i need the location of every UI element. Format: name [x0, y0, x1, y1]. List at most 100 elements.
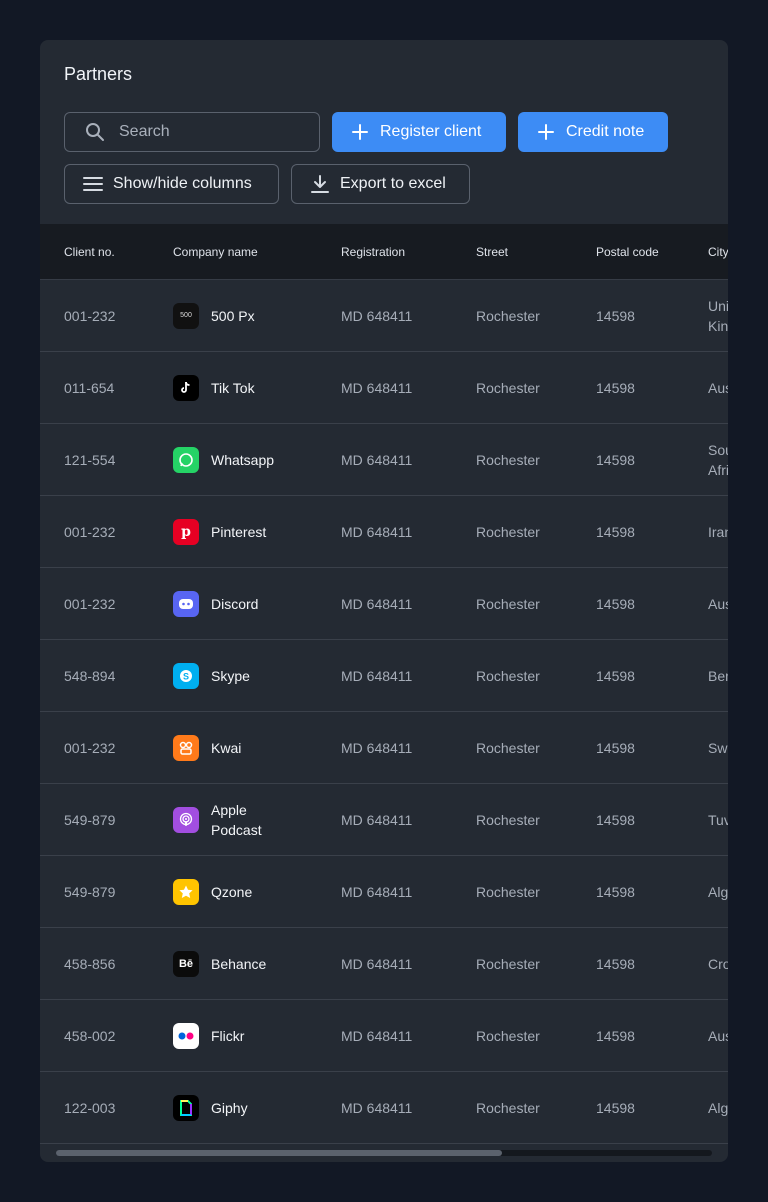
client-no-cell: 001-232	[64, 712, 115, 783]
table-row[interactable]: 001-232 500 500 Px MD 648411 Rochester 1…	[40, 280, 728, 352]
show-hide-columns-button[interactable]: Show/hide columns	[64, 164, 279, 204]
city: Croatia	[708, 955, 728, 972]
scrollbar-thumb[interactable]	[56, 1150, 502, 1156]
city-cell: Austria	[708, 1000, 728, 1071]
partners-table: Client no. Company name Registration Str…	[40, 224, 728, 1146]
postal-cell: 14598	[596, 424, 635, 495]
street-cell: Rochester	[476, 352, 540, 423]
client-no: 548-894	[64, 667, 116, 684]
client-no: 011-654	[64, 379, 115, 396]
svg-text:S: S	[183, 671, 189, 681]
postal-cell: 14598	[596, 352, 635, 423]
giphy-logo-icon	[173, 1094, 199, 1121]
company-cell: Apple Podcast	[173, 784, 281, 855]
city: Algeria	[708, 1099, 728, 1116]
registration: MD 648411	[341, 1099, 413, 1116]
header-company-name[interactable]: Company name	[173, 245, 258, 259]
registration-cell: MD 648411	[341, 496, 412, 567]
horizontal-scrollbar[interactable]	[56, 1150, 712, 1156]
header-street[interactable]: Street	[476, 245, 508, 259]
header-registration[interactable]: Registration	[341, 245, 405, 259]
search-input[interactable]	[117, 122, 301, 142]
search-icon	[86, 123, 104, 141]
city-cell: Australia	[708, 352, 728, 423]
postal-code: 14598	[596, 1099, 635, 1116]
postal-code: 14598	[596, 1027, 635, 1044]
street-cell: Rochester	[476, 856, 540, 927]
show-hide-columns-label: Show/hide columns	[113, 175, 252, 192]
city: Algeria	[708, 883, 728, 900]
city-cell: Algeria	[708, 1072, 728, 1143]
table-row[interactable]: 549-879 Qzone MD 648411 Rochester 14598 …	[40, 856, 728, 928]
table-row[interactable]: 011-654 Tik Tok MD 648411 Rochester 1459…	[40, 352, 728, 424]
street: Rochester	[476, 523, 540, 540]
city-cell: South Africa	[708, 424, 728, 495]
client-no: 458-856	[64, 955, 116, 972]
city-cell: United Kingdom	[708, 280, 728, 351]
postal-cell: 14598	[596, 928, 635, 999]
registration-cell: MD 648411	[341, 352, 412, 423]
registration: MD 648411	[341, 667, 413, 684]
header-client-no[interactable]: Client no.	[64, 245, 115, 259]
registration: MD 648411	[341, 307, 413, 324]
registration-cell: MD 648411	[341, 280, 412, 351]
company-cell: Discord	[173, 568, 258, 639]
postal-code: 14598	[596, 739, 635, 756]
city-cell: Tuvalu	[708, 784, 728, 855]
registration-cell: MD 648411	[341, 784, 412, 855]
header-city[interactable]: City	[708, 245, 728, 259]
table-row[interactable]: 549-879 Apple Podcast MD 648411 Rocheste…	[40, 784, 728, 856]
city: Austria	[708, 1027, 728, 1044]
postal-cell: 14598	[596, 280, 635, 351]
table-row[interactable]: 001-232 Discord MD 648411 Rochester 1459…	[40, 568, 728, 640]
register-client-button[interactable]: Register client	[332, 112, 506, 152]
export-excel-label: Export to excel	[340, 175, 446, 192]
registration: MD 648411	[341, 595, 413, 612]
postal-cell: 14598	[596, 856, 635, 927]
registration-cell: MD 648411	[341, 856, 412, 927]
company-name: Apple Podcast	[211, 801, 262, 838]
qzone-logo-icon	[173, 878, 199, 905]
export-excel-button[interactable]: Export to excel	[291, 164, 470, 204]
registration: MD 648411	[341, 379, 413, 396]
header-postal-code[interactable]: Postal code	[596, 245, 659, 259]
register-client-label: Register client	[380, 123, 482, 140]
street: Rochester	[476, 811, 540, 828]
download-icon	[311, 175, 329, 193]
menu-icon	[83, 177, 103, 191]
company-name: Skype	[211, 667, 250, 684]
city-cell: Croatia	[708, 928, 728, 999]
table-row[interactable]: 458-856 Bē Behance MD 648411 Rochester 1…	[40, 928, 728, 1000]
street-cell: Rochester	[476, 496, 540, 567]
client-no-cell: 121-554	[64, 424, 115, 495]
city: United Kingdom	[708, 297, 728, 334]
company-name: Behance	[211, 955, 267, 972]
city-cell: Austria	[708, 568, 728, 639]
registration: MD 648411	[341, 451, 413, 468]
postal-cell: 14598	[596, 568, 635, 639]
table-row[interactable]: 458-002 Flickr MD 648411 Rochester 14598…	[40, 1000, 728, 1072]
credit-note-button[interactable]: Credit note	[518, 112, 668, 152]
street: Rochester	[476, 667, 540, 684]
partners-card: Partners Register client Credit note Sho…	[40, 40, 728, 1162]
company-name: Kwai	[211, 739, 242, 756]
postal-code: 14598	[596, 595, 635, 612]
table-row[interactable]: 122-003 Giphy MD 648411 Rochester 14598 …	[40, 1072, 728, 1144]
postal-code: 14598	[596, 883, 635, 900]
table-row[interactable]: 121-554 Whatsapp MD 648411 Rochester 145…	[40, 424, 728, 496]
table-row[interactable]: 001-232 Kwai MD 648411 Rochester 14598 S…	[40, 712, 728, 784]
search-box[interactable]	[64, 112, 320, 152]
city: Australia	[708, 379, 728, 396]
city: Benin	[708, 667, 728, 684]
client-no: 001-232	[64, 523, 116, 540]
table-row[interactable]: 548-894 S Skype MD 648411 Rochester 1459…	[40, 640, 728, 712]
postal-code: 14598	[596, 955, 635, 972]
table-row[interactable]: 001-232 p Pinterest MD 648411 Rochester …	[40, 496, 728, 568]
500px-logo-icon: 500	[173, 302, 199, 329]
registration: MD 648411	[341, 955, 413, 972]
plus-icon	[538, 124, 554, 140]
skype-logo-icon: S	[173, 662, 199, 689]
street-cell: Rochester	[476, 712, 540, 783]
whatsapp-logo-icon	[173, 446, 199, 473]
postal-code: 14598	[596, 379, 635, 396]
